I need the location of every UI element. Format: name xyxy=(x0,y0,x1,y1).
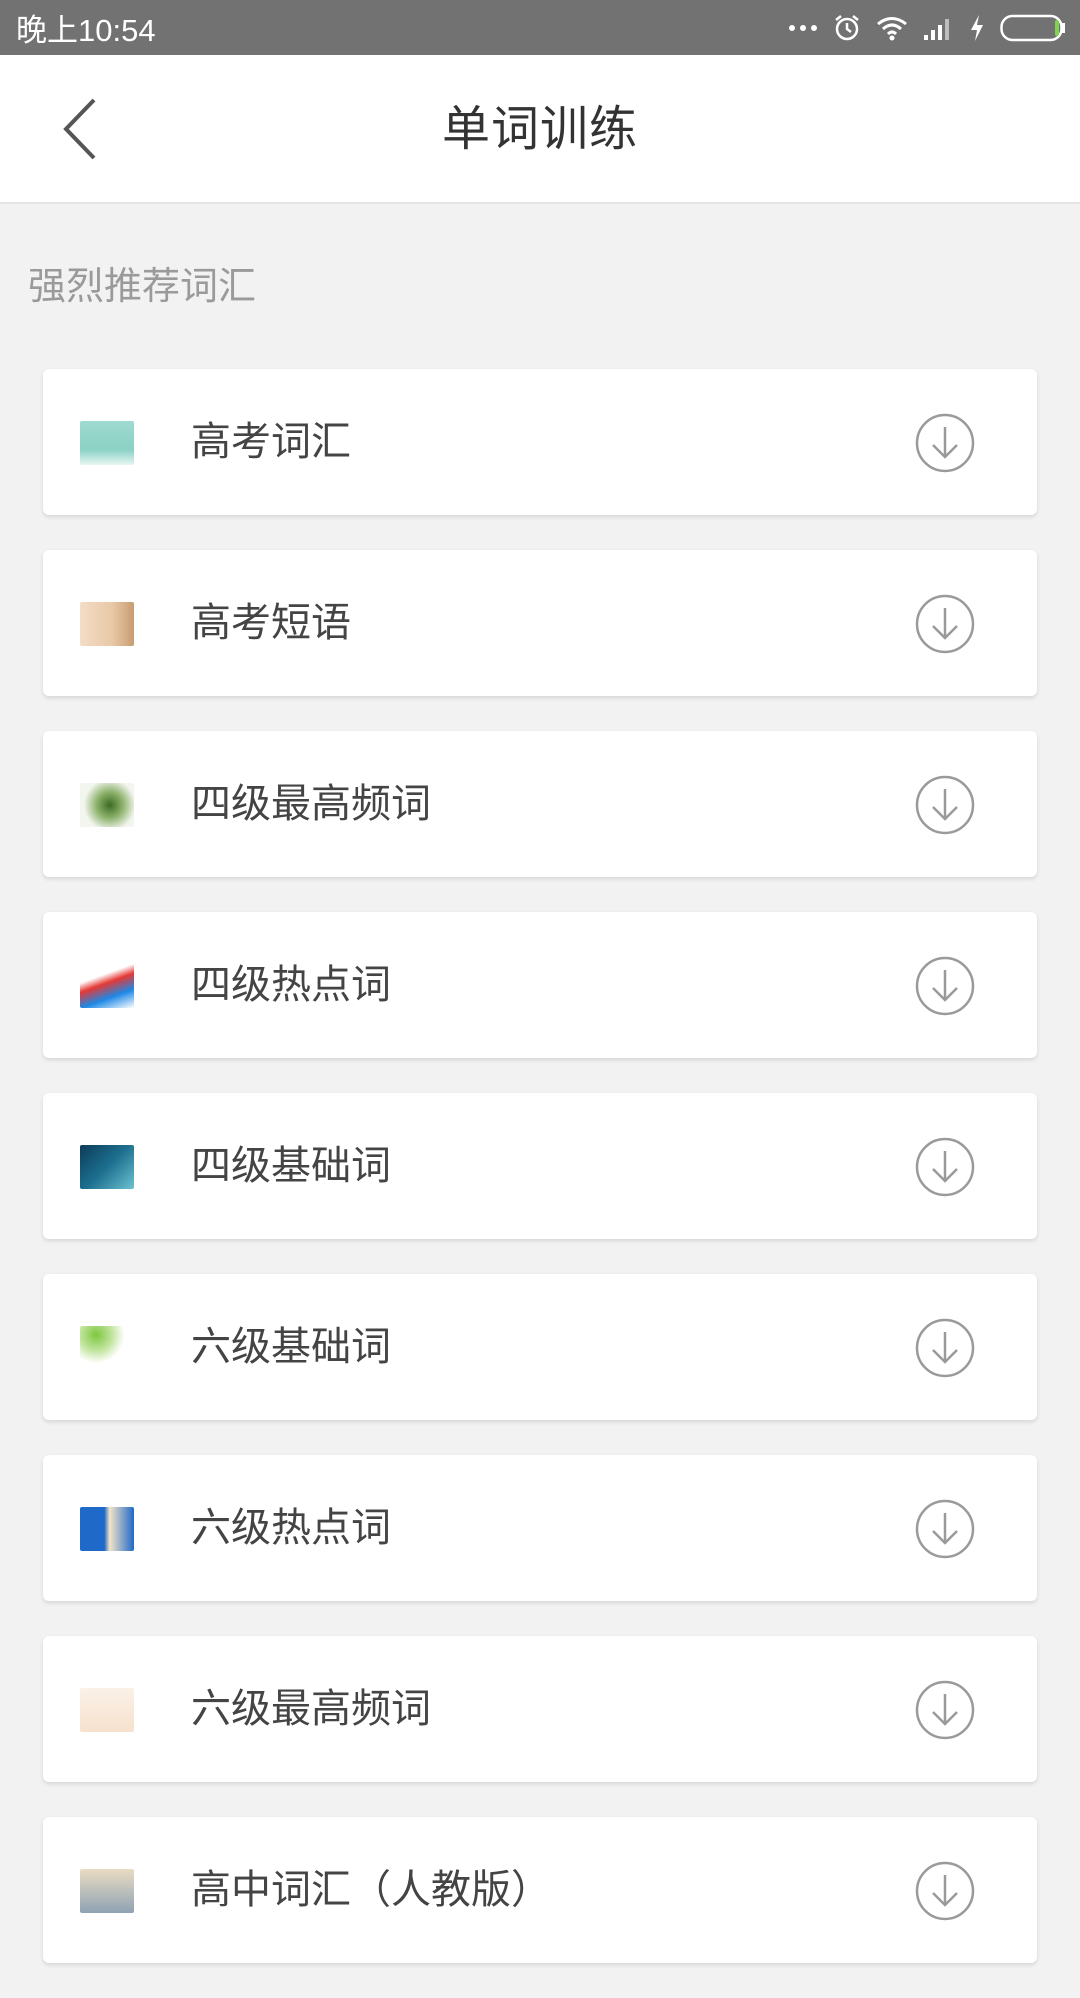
download-icon xyxy=(915,594,975,654)
item-thumbnail xyxy=(80,421,134,465)
list-item[interactable]: 四级基础词 xyxy=(43,1093,1037,1239)
download-button[interactable] xyxy=(915,775,975,835)
status-bar: 晚上10:54 xyxy=(0,0,1080,55)
status-time: 晚上10:54 xyxy=(16,13,156,48)
charging-icon xyxy=(971,14,983,41)
download-icon xyxy=(915,413,975,473)
download-icon xyxy=(915,1499,975,1559)
alarm-icon xyxy=(835,14,859,40)
item-thumbnail xyxy=(80,964,134,1008)
download-icon xyxy=(915,1137,975,1197)
item-label: 六级热点词 xyxy=(191,1505,391,1551)
item-thumbnail xyxy=(80,1326,134,1370)
wifi-icon xyxy=(877,16,907,40)
item-label: 四级热点词 xyxy=(191,962,391,1008)
page-title: 单词训练 xyxy=(441,101,638,157)
download-icon xyxy=(915,1680,975,1740)
item-thumbnail xyxy=(80,1869,134,1913)
item-thumbnail xyxy=(80,1507,134,1551)
download-button[interactable] xyxy=(915,1499,975,1559)
download-icon xyxy=(915,956,975,1016)
item-thumbnail xyxy=(80,783,134,827)
battery-icon xyxy=(1000,14,1065,41)
list-item[interactable]: 四级最高频词 xyxy=(43,731,1037,877)
download-button[interactable] xyxy=(915,1680,975,1740)
section-label: 强烈推荐词汇 xyxy=(28,264,257,308)
download-icon xyxy=(915,1861,975,1921)
download-button[interactable] xyxy=(915,1137,975,1197)
item-thumbnail xyxy=(80,1145,134,1189)
item-label: 四级最高频词 xyxy=(191,781,431,827)
download-button[interactable] xyxy=(915,1318,975,1378)
download-button[interactable] xyxy=(915,594,975,654)
download-button[interactable] xyxy=(915,413,975,473)
list-item[interactable]: 高考短语 xyxy=(43,550,1037,696)
signal-icon xyxy=(924,18,949,40)
app-bar: 单词训练 xyxy=(0,55,1080,204)
status-icons xyxy=(788,13,1066,43)
download-icon xyxy=(915,775,975,835)
item-label: 六级基础词 xyxy=(191,1324,391,1370)
list-item[interactable]: 六级基础词 xyxy=(43,1274,1037,1420)
item-label: 六级最高频词 xyxy=(191,1686,431,1732)
download-button[interactable] xyxy=(915,956,975,1016)
item-thumbnail xyxy=(80,1688,134,1732)
list-item[interactable]: 高中词汇（人教版） xyxy=(43,1817,1037,1963)
item-label: 高考词汇 xyxy=(191,419,351,465)
item-label: 四级基础词 xyxy=(191,1143,391,1189)
list-item[interactable]: 四级热点词 xyxy=(43,912,1037,1058)
list-item[interactable]: 高考词汇 xyxy=(43,369,1037,515)
list-item[interactable]: 六级最高频词 xyxy=(43,1636,1037,1782)
item-label: 高考短语 xyxy=(191,600,351,646)
vocabulary-list: 高考词汇 高考短语 四级最高频词 四级热点词 四级基础词 六级基础词 六级热点词… xyxy=(43,369,1037,1998)
item-label: 高中词汇（人教版） xyxy=(191,1867,551,1913)
list-item[interactable]: 六级热点词 xyxy=(43,1455,1037,1601)
item-thumbnail xyxy=(80,602,134,646)
more-dots-icon xyxy=(789,24,817,31)
download-icon xyxy=(915,1318,975,1378)
download-button[interactable] xyxy=(915,1861,975,1921)
